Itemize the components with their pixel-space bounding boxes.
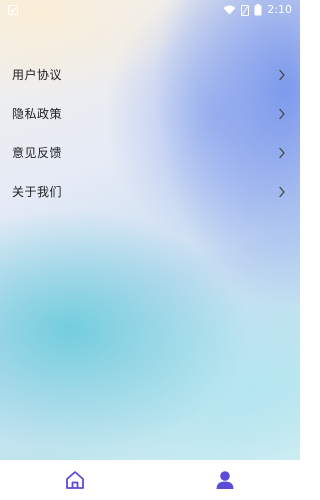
user-icon [216,471,234,489]
chevron-right-icon [279,69,285,80]
menu-item-label: 隐私政策 [12,107,63,121]
settings-menu: 用户协议 隐私政策 意见反馈 关于我们 [0,55,300,211]
wifi-icon [223,5,236,15]
screen: 2:10 用户协议 隐私政策 意见反馈 关于我们 [0,0,300,500]
menu-item-feedback[interactable]: 意见反馈 [0,133,300,172]
status-bar: 2:10 [0,0,300,20]
app-notification-icon [8,5,18,15]
bottom-tab-bar [0,460,300,500]
battery-icon [254,4,262,16]
menu-item-about-us[interactable]: 关于我们 [0,172,300,211]
battery-saver-icon [241,4,250,16]
home-icon [66,471,84,489]
chevron-right-icon [279,186,285,197]
status-icons: 2:10 [223,3,292,17]
tab-profile[interactable] [150,460,300,500]
chevron-right-icon [279,147,285,158]
tab-home[interactable] [0,460,150,500]
menu-item-label: 关于我们 [12,185,63,199]
status-time: 2:10 [267,3,292,16]
chevron-right-icon [279,108,285,119]
menu-item-user-agreement[interactable]: 用户协议 [0,55,300,94]
menu-item-privacy-policy[interactable]: 隐私政策 [0,94,300,133]
menu-item-label: 意见反馈 [12,146,63,160]
menu-item-label: 用户协议 [12,68,63,82]
